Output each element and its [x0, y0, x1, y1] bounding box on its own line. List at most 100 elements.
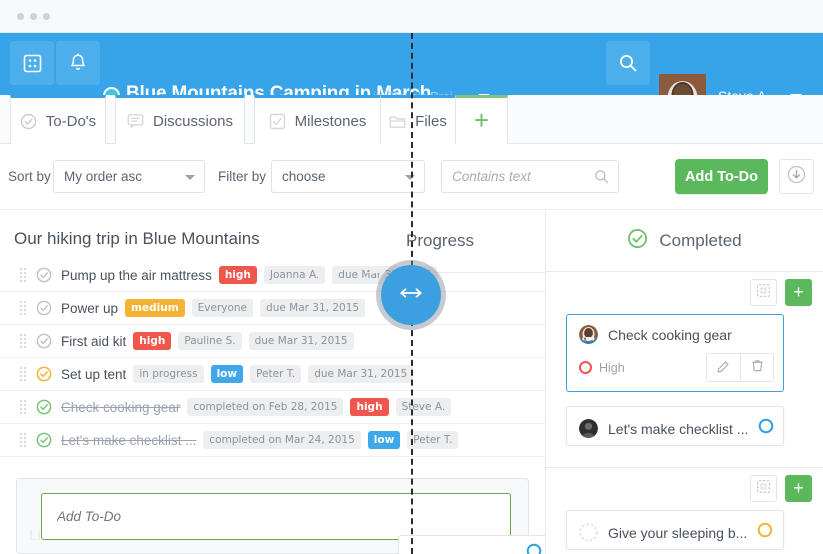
completed-card[interactable]: Let's make checklist ... [566, 406, 784, 446]
completed-group: + Check cooking gear High Let's make che… [546, 272, 823, 446]
download-icon [787, 165, 806, 189]
open-circle-icon[interactable] [758, 418, 774, 439]
trash-icon [750, 358, 765, 378]
check-circle-icon [627, 228, 648, 254]
comment-icon [127, 113, 144, 129]
drag-handle-icon[interactable] [20, 433, 28, 447]
window-dot[interactable] [43, 13, 50, 20]
progress-column-pane: here to set it in [366, 210, 545, 554]
in-progress-check-icon[interactable] [36, 366, 52, 382]
resize-handle[interactable] [381, 265, 441, 325]
completed-card-selected[interactable]: Check cooking gear High [566, 314, 784, 392]
meta-badge: in progress [133, 364, 204, 384]
completed-column-label: Completed [659, 230, 742, 250]
open-check-icon[interactable] [36, 267, 52, 283]
task-label: First aid kit [61, 333, 127, 349]
add-todo-button[interactable]: Add To-Do [675, 159, 768, 194]
completed-column-header: Completed [546, 210, 823, 272]
drag-handle-icon[interactable] [20, 334, 28, 348]
avatar [579, 419, 598, 438]
tab-milestones[interactable]: Milestones [254, 95, 381, 144]
download-button[interactable] [779, 159, 814, 194]
move-to-icon-button[interactable] [750, 475, 777, 502]
tab-discussions[interactable]: Discussions [115, 95, 245, 144]
tab-add-new[interactable]: + [455, 95, 508, 144]
meta-badge: due Mar 31, 2015 [248, 331, 354, 351]
window-dot[interactable] [17, 13, 24, 20]
priority-ring-icon [579, 361, 592, 374]
completed-group: + Give your sleeping b... [546, 468, 823, 554]
search-input[interactable]: Contains text [441, 160, 619, 193]
chevron-down-icon [405, 175, 415, 180]
task-label: Set up tent [61, 366, 127, 382]
tab-label: Discussions [152, 112, 234, 130]
check-circle-icon [20, 113, 37, 130]
window-controls[interactable] [17, 13, 50, 20]
completed-column-pane: + Check cooking gear High Let's make che… [546, 272, 823, 554]
card-header: Check cooking gear [567, 315, 783, 344]
open-check-icon[interactable] [36, 300, 52, 316]
edit-button[interactable] [707, 354, 740, 381]
task-label: Power up [61, 300, 119, 316]
search-icon [594, 169, 609, 187]
task-label: Pump up the air mattress [61, 267, 212, 283]
move-to-icon [756, 479, 771, 499]
search-icon [618, 53, 638, 73]
move-to-icon [756, 283, 771, 303]
completed-check-icon[interactable] [36, 399, 52, 415]
meta-badge: due Mar 31, 2015 [260, 298, 366, 318]
resize-horizontal-icon [396, 285, 426, 306]
meta-badge: Pauline S. [178, 331, 242, 351]
delete-button[interactable] [740, 354, 773, 381]
list-title: Our hiking trip in Blue Mountains [14, 229, 260, 248]
group-actions: + [750, 279, 812, 306]
group-actions: + [750, 475, 812, 502]
avatar [579, 523, 598, 542]
meta-badge: Everyone [191, 298, 254, 318]
task-label: Let's make checklist ... [61, 432, 197, 448]
card-title: Give your sleeping b... [608, 524, 748, 541]
search-button[interactable] [606, 41, 650, 85]
meta-badge: Joanna A. [263, 265, 326, 285]
drag-handle-icon[interactable] [20, 367, 28, 381]
card-footer: High [567, 344, 783, 391]
check-square-icon [269, 113, 286, 130]
priority-badge: medium [125, 298, 185, 318]
open-circle-icon[interactable] [526, 543, 542, 554]
filter-by-label: Filter by [218, 169, 267, 184]
task-label: Check cooking gear [61, 399, 181, 415]
grid-icon-button[interactable] [10, 41, 54, 85]
in-progress-circle-icon[interactable] [757, 522, 773, 543]
add-card-button[interactable]: + [785, 475, 812, 502]
completed-check-icon[interactable] [36, 432, 52, 448]
meta-badge: completed on Feb 28, 2015 [187, 397, 344, 417]
plus-icon: + [793, 281, 804, 302]
tab-todos[interactable]: To-Do's [10, 95, 106, 144]
completed-card[interactable]: Give your sleeping b... [566, 510, 784, 550]
card-title: Check cooking gear [608, 326, 732, 343]
filter-by-select[interactable]: choose [271, 160, 425, 193]
sort-by-select[interactable]: My order asc [53, 160, 205, 193]
priority-badge: low [210, 364, 244, 384]
drag-handle-icon[interactable] [20, 268, 28, 282]
tab-label: Files [415, 112, 447, 130]
drag-handle-icon[interactable] [20, 400, 28, 414]
move-to-icon-button[interactable] [750, 279, 777, 306]
open-check-icon[interactable] [36, 333, 52, 349]
window-dot[interactable] [30, 13, 37, 20]
progress-card[interactable] [398, 535, 545, 554]
add-card-button[interactable]: + [785, 279, 812, 306]
meta-badge: Peter T. [250, 364, 302, 384]
tab-files[interactable]: Files [380, 95, 456, 144]
card-priority: High [579, 361, 625, 375]
card-priority-label: High [599, 360, 625, 375]
notifications-button[interactable] [56, 41, 100, 85]
card-title: Let's make checklist ... [608, 420, 749, 437]
drag-handle-icon[interactable] [20, 301, 28, 315]
card-header: Let's make checklist ... [567, 407, 783, 439]
sort-by-label: Sort by [8, 169, 51, 184]
priority-badge: high [133, 331, 172, 351]
sort-by-value: My order asc [64, 169, 143, 184]
grid-icon [23, 54, 42, 73]
card-header: Give your sleeping b... [567, 511, 783, 543]
